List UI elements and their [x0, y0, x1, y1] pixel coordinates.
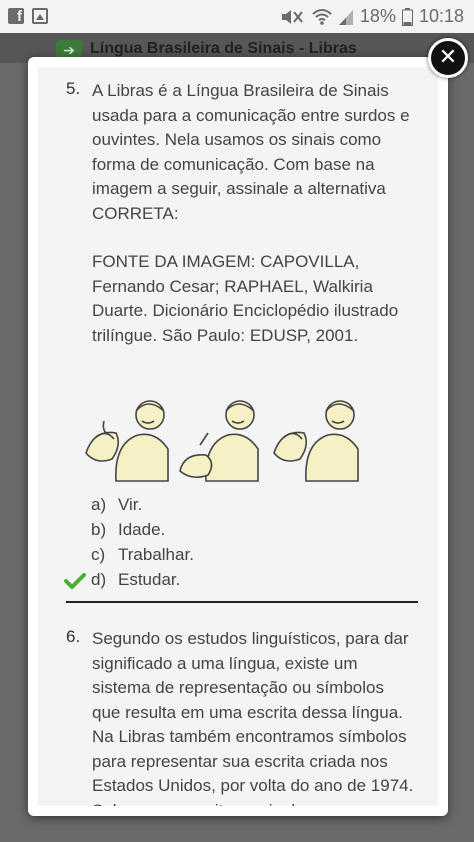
sign-figure-1 [85, 400, 169, 482]
battery-percent: 18% [359, 6, 396, 26]
question-number: 6. [66, 627, 81, 646]
clock: 10:18 [418, 6, 464, 26]
background-title: Língua Brasileira de Sinais - Libras [90, 40, 357, 57]
facebook-icon [8, 8, 24, 25]
option-text: Trabalhar. [118, 545, 194, 564]
option-text: Estudar. [118, 570, 181, 589]
option-a[interactable]: a) Vir. [38, 495, 438, 520]
close-button[interactable]: ✕ [428, 38, 468, 78]
sign-language-illustration [85, 400, 359, 482]
option-b[interactable]: b) Idade. [38, 520, 438, 545]
image-source: FONTE DA IMAGEM: CAPOVILLA, Fernando Ces… [92, 252, 399, 345]
status-bar: 18% 10:18 [0, 0, 474, 33]
signal-icon [338, 9, 353, 25]
option-letter: b) [91, 520, 107, 539]
option-d[interactable]: d) Estudar. [38, 570, 438, 595]
gallery-icon [32, 8, 48, 24]
question-text: A Libras é a Língua Brasileira de Sinais… [92, 81, 410, 223]
sign-figure-3 [273, 400, 359, 482]
sign-figure-2 [179, 400, 259, 482]
option-text: Vir. [118, 495, 143, 514]
option-letter: d) [91, 570, 107, 589]
option-text: Idade. [118, 520, 166, 539]
answer-options: a) Vir. b) Idade. c) Trabalhar. d) Estud… [38, 495, 438, 595]
option-letter: a) [91, 495, 107, 514]
battery-icon [401, 7, 413, 26]
question-divider [66, 601, 418, 603]
mute-icon [281, 9, 303, 24]
option-c[interactable]: c) Trabalhar. [38, 545, 438, 570]
question-number: 5. [66, 79, 81, 98]
checkmark-icon [64, 573, 86, 589]
option-letter: c) [91, 545, 106, 564]
question-modal: 5. A Libras é a Língua Brasileira de Sin… [28, 57, 448, 816]
wifi-icon [312, 8, 332, 25]
question-text: Segundo os estudos linguísticos, para da… [92, 629, 414, 806]
modal-content[interactable]: 5. A Libras é a Língua Brasileira de Sin… [38, 67, 438, 806]
